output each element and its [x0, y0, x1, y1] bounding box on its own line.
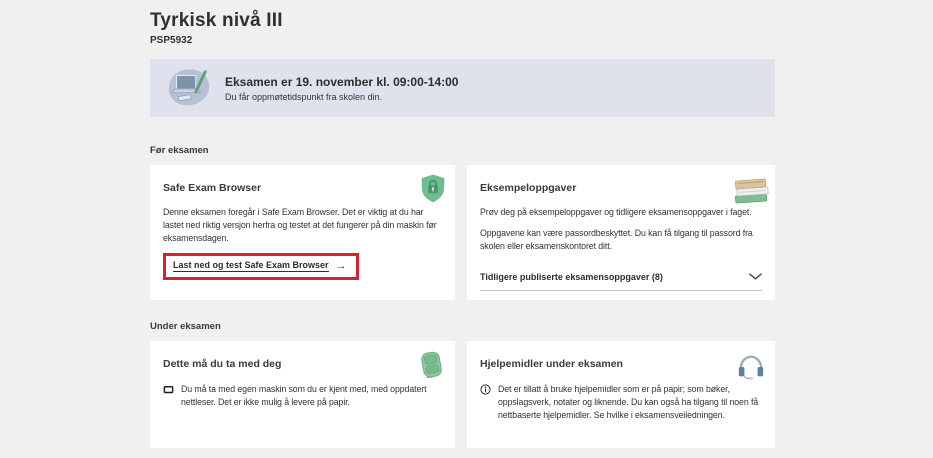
shield-lock-icon: [420, 173, 446, 204]
bring-item-text: Du må ta med egen maskin som du er kjent…: [181, 383, 442, 409]
seb-download-link[interactable]: Last ned og test Safe Exam Browser →: [173, 260, 347, 272]
card-body: Oppgavene kan være passordbeskyttet. Du …: [480, 227, 762, 253]
exam-date-subtext: Du får oppmøtetidspunkt fra skolen din.: [225, 92, 458, 102]
page-title: Tyrkisk nivå III: [150, 10, 775, 32]
card-title: Safe Exam Browser: [163, 182, 442, 194]
exam-date-banner: Eksamen er 19. november kl. 09:00-14:00 …: [150, 59, 775, 117]
section-label-before-exam: Før eksamen: [150, 145, 775, 156]
exam-detail-page: Tyrkisk nivå III PSP5932 Eksamen er 19. …: [150, 0, 775, 448]
card-title: Dette må du ta med deg: [163, 358, 442, 370]
arrow-right-icon: →: [336, 260, 347, 272]
annotation-highlight-box: Last ned og test Safe Exam Browser →: [163, 253, 359, 280]
card-hjelpemidler: Hjelpemidler under eksamen Det er tillat…: [467, 341, 775, 448]
card-title: Hjelpemidler under eksamen: [480, 358, 762, 370]
subject-code: PSP5932: [150, 35, 775, 46]
card-title: Eksempeloppgaver: [480, 182, 762, 194]
before-exam-cards: Safe Exam Browser Denne eksamen foregår …: [150, 165, 775, 300]
card-safe-exam-browser: Safe Exam Browser Denne eksamen foregår …: [150, 165, 455, 300]
headphones-icon: [736, 352, 766, 382]
info-icon: [480, 384, 491, 395]
card-body: Prøv deg på eksempeloppgaver og tidliger…: [480, 206, 762, 219]
exam-date-heading: Eksamen er 19. november kl. 09:00-14:00: [225, 75, 458, 89]
chevron-down-icon: [749, 273, 762, 281]
aids-info: Det er tillatt å bruke hjelpemidler som …: [480, 383, 762, 422]
accordion-label: Tidligere publiserte eksamensoppgaver (8…: [480, 272, 663, 282]
laptop-icon: [163, 385, 174, 395]
section-label-during-exam: Under eksamen: [150, 321, 775, 332]
aids-info-text: Det er tillatt å bruke hjelpemidler som …: [498, 383, 762, 422]
seb-download-link-label: Last ned og test Safe Exam Browser: [173, 260, 329, 272]
laptop-pencil-icon: [166, 66, 212, 110]
banner-text: Eksamen er 19. november kl. 09:00-14:00 …: [225, 75, 458, 102]
bring-item: Du må ta med egen maskin som du er kjent…: [163, 383, 442, 409]
card-bring-with-you: Dette må du ta med deg Du må ta med egen…: [150, 341, 455, 448]
card-eksempeloppgaver: Eksempeloppgaver Prøv deg på eksempelopp…: [467, 165, 775, 300]
previous-exam-papers-accordion[interactable]: Tidligere publiserte eksamensoppgaver (8…: [480, 272, 762, 291]
books-icon: [733, 174, 769, 206]
during-exam-cards: Dette må du ta med deg Du må ta med egen…: [150, 341, 775, 448]
card-body: Denne eksamen foregår i Safe Exam Browse…: [163, 206, 442, 245]
backpack-icon: [419, 349, 445, 380]
